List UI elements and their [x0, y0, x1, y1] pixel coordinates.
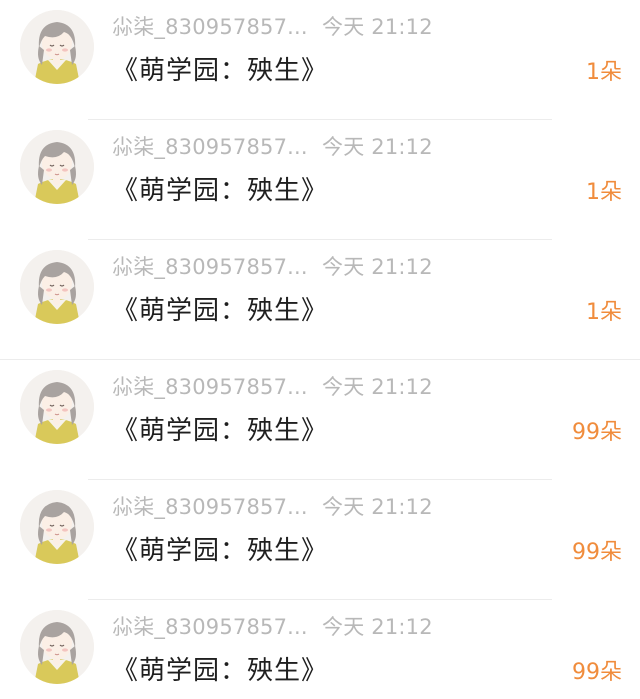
book-title[interactable]: 《萌学园：殃生》	[112, 410, 328, 447]
gift-meta: 尛柒_830957857... 今天 21:12	[112, 252, 433, 280]
gift-list-item[interactable]: 尛柒_830957857... 今天 21:12 《萌学园：殃生》 1朵	[0, 120, 640, 240]
gift-time: 今天 21:12	[322, 495, 433, 519]
gift-meta: 尛柒_830957857... 今天 21:12	[112, 612, 433, 640]
sender-name[interactable]: 尛柒_830957857...	[112, 11, 308, 41]
flower-count: 1朵	[586, 300, 622, 325]
book-title[interactable]: 《萌学园：殃生》	[112, 170, 328, 207]
anime-girl-avatar-icon[interactable]	[20, 10, 94, 84]
sender-name[interactable]: 尛柒_830957857...	[112, 611, 308, 641]
gift-time: 今天 21:12	[322, 15, 433, 39]
anime-girl-avatar-icon[interactable]	[20, 610, 94, 684]
sender-name[interactable]: 尛柒_830957857...	[112, 491, 308, 521]
flower-count: 99朵	[572, 660, 622, 685]
gift-record-list: 尛柒_830957857... 今天 21:12 《萌学园：殃生》 1朵 尛柒_…	[0, 0, 640, 699]
gift-time: 今天 21:12	[322, 255, 433, 279]
gift-list-item[interactable]: 尛柒_830957857... 今天 21:12 《萌学园：殃生》 1朵	[0, 0, 640, 120]
gift-list-item[interactable]: 尛柒_830957857... 今天 21:12 《萌学园：殃生》 1朵	[0, 240, 640, 360]
flower-count: 1朵	[586, 60, 622, 85]
anime-girl-avatar-icon[interactable]	[20, 490, 94, 564]
flower-count: 99朵	[572, 540, 622, 565]
gift-list-item[interactable]: 尛柒_830957857... 今天 21:12 《萌学园：殃生》 99朵	[0, 600, 640, 699]
sender-name[interactable]: 尛柒_830957857...	[112, 371, 308, 401]
anime-girl-avatar-icon[interactable]	[20, 370, 94, 444]
gift-meta: 尛柒_830957857... 今天 21:12	[112, 492, 433, 520]
sender-name[interactable]: 尛柒_830957857...	[112, 131, 308, 161]
flower-count: 1朵	[586, 180, 622, 205]
book-title[interactable]: 《萌学园：殃生》	[112, 530, 328, 567]
flower-count: 99朵	[572, 420, 622, 445]
anime-girl-avatar-icon[interactable]	[20, 250, 94, 324]
sender-name[interactable]: 尛柒_830957857...	[112, 251, 308, 281]
gift-list-item[interactable]: 尛柒_830957857... 今天 21:12 《萌学园：殃生》 99朵	[0, 360, 640, 480]
gift-meta: 尛柒_830957857... 今天 21:12	[112, 12, 433, 40]
gift-meta: 尛柒_830957857... 今天 21:12	[112, 372, 433, 400]
gift-time: 今天 21:12	[322, 375, 433, 399]
anime-girl-avatar-icon[interactable]	[20, 130, 94, 204]
book-title[interactable]: 《萌学园：殃生》	[112, 290, 328, 327]
gift-meta: 尛柒_830957857... 今天 21:12	[112, 132, 433, 160]
gift-time: 今天 21:12	[322, 615, 433, 639]
gift-time: 今天 21:12	[322, 135, 433, 159]
book-title[interactable]: 《萌学园：殃生》	[112, 50, 328, 87]
book-title[interactable]: 《萌学园：殃生》	[112, 650, 328, 687]
gift-list-item[interactable]: 尛柒_830957857... 今天 21:12 《萌学园：殃生》 99朵	[0, 480, 640, 600]
